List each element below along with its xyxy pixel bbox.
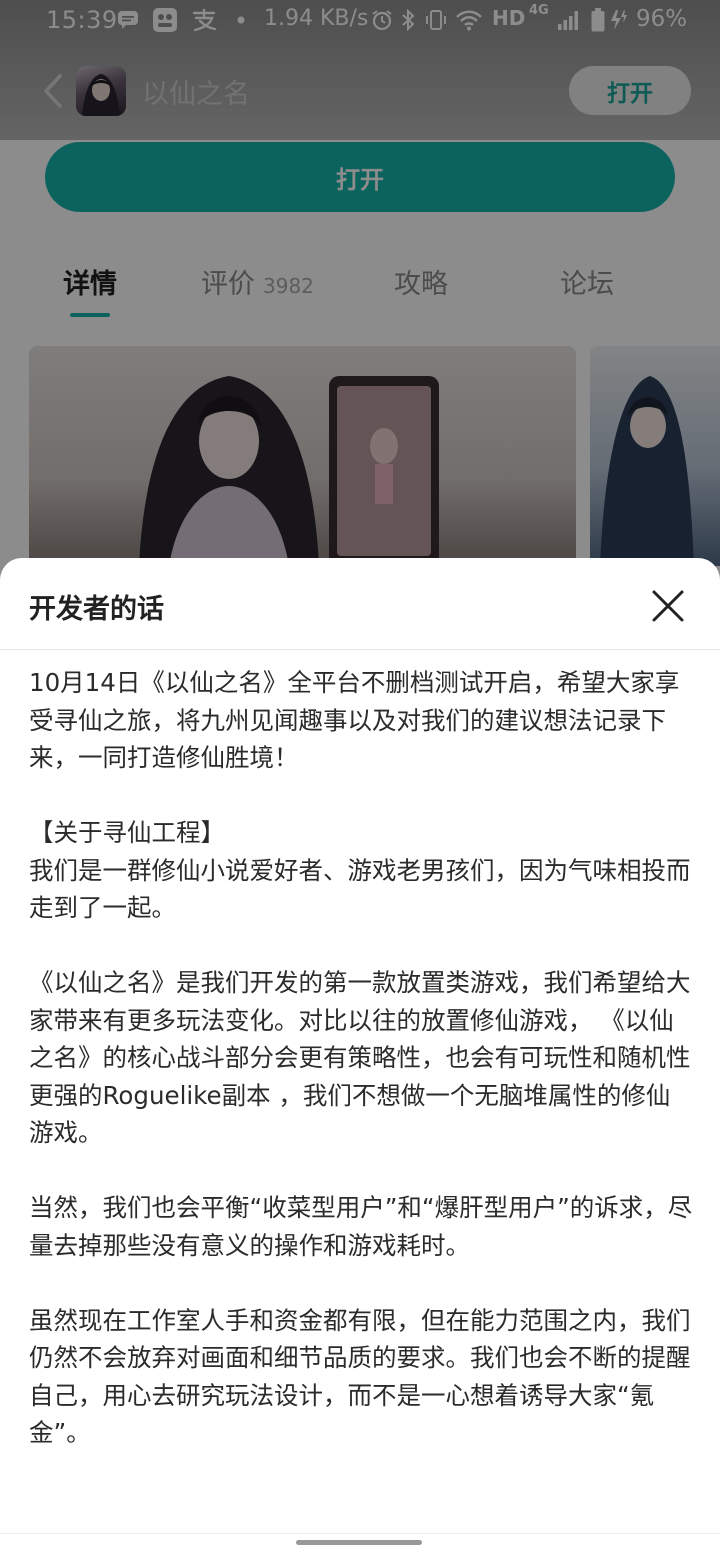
note-paragraph: 【关于寻仙工程】 我们是一群修仙小说爱好者、游戏老男孩们，因为气味相投而走到了一…: [29, 818, 691, 922]
note-paragraph: 《以仙之名》是我们开发的第一款放置类游戏，我们希望给大家带来有更多玩法变化。对比…: [29, 968, 691, 1147]
divider: [0, 1533, 720, 1534]
sheet-title: 开发者的话: [29, 594, 164, 625]
developer-note-sheet: 开发者的话 10月14日《以仙之名》全平台不删档测试开启，希望大家享受寻仙之旅，…: [0, 558, 720, 1560]
note-paragraph: 虽然现在工作室人手和资金都有限，但在能力范围之内，我们仍然不会放弃对画面和细节品…: [29, 1305, 691, 1448]
note-paragraph: 10月14日《以仙之名》全平台不删档测试开启，希望大家享受寻仙之旅，将九州见闻趣…: [29, 668, 680, 772]
note-paragraph: 当然，我们也会平衡“收菜型用户”和“爆肝型用户”的诉求，尽量去掉那些没有意义的操…: [29, 1193, 693, 1260]
home-indicator[interactable]: [296, 1540, 422, 1545]
divider: [0, 649, 720, 650]
close-icon[interactable]: [646, 584, 690, 628]
developer-note-body: 10月14日《以仙之名》全平台不删档测试开启，希望大家享受寻仙之旅，将九州见闻趣…: [29, 664, 693, 1452]
